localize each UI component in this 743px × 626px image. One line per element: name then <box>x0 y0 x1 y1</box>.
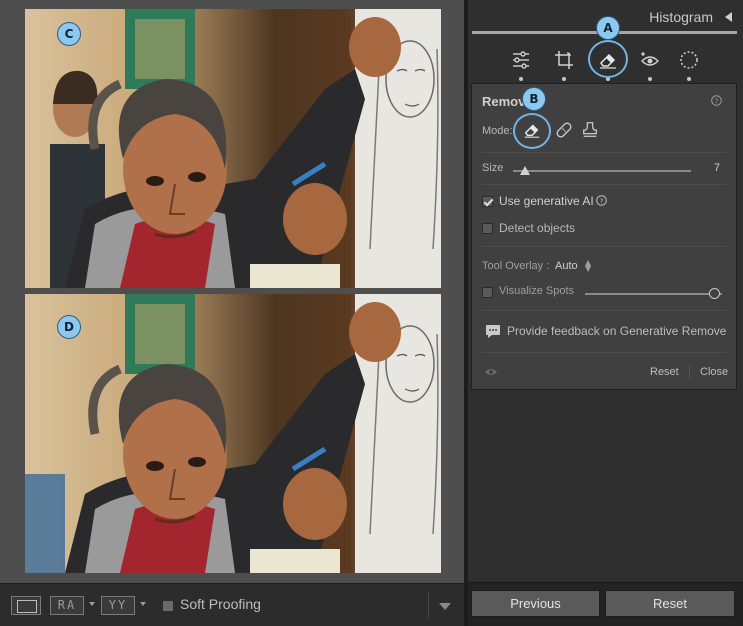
visualize-spots-checkbox[interactable] <box>482 287 493 298</box>
size-slider-thumb[interactable] <box>520 166 530 175</box>
remove-eraser-icon[interactable] <box>523 121 541 139</box>
help-icon[interactable]: ? <box>596 195 607 206</box>
mode-label: Mode: <box>482 125 513 137</box>
callout-marker-d: D <box>57 315 81 339</box>
feedback-speech-bubble-icon[interactable] <box>485 324 501 339</box>
compare-view-dropdown-icon[interactable] <box>89 602 95 606</box>
svg-text:?: ? <box>715 97 719 105</box>
soft-proofing-label: Soft Proofing <box>180 596 261 612</box>
section-divider <box>482 152 726 153</box>
toolbar-menu-chevron-icon[interactable] <box>439 603 451 610</box>
remove-close-button[interactable]: Close <box>700 366 728 378</box>
eye-visibility-icon[interactable] <box>484 367 498 377</box>
use-generative-ai-checkbox[interactable] <box>482 196 493 207</box>
red-eye-button[interactable] <box>636 46 664 81</box>
reset-button[interactable]: Reset <box>605 590 735 617</box>
panel-footer: Previous Reset <box>468 582 743 626</box>
soft-proofing-checkbox[interactable] <box>162 600 174 612</box>
clone-stamp-icon[interactable] <box>581 121 599 139</box>
viewer-toolbar: RA YY Soft Proofing <box>0 583 464 626</box>
toolbar-divider <box>428 592 429 619</box>
size-label: Size <box>482 162 504 174</box>
photo-after[interactable]: D <box>25 294 441 573</box>
button-separator <box>689 366 690 379</box>
section-divider <box>482 352 726 353</box>
image-viewer: C D RA YY Soft Proofing <box>0 0 464 626</box>
visualize-spots-label[interactable]: Visualize Spots <box>499 285 574 297</box>
before-after-dropdown-icon[interactable] <box>140 602 146 606</box>
masking-button[interactable] <box>675 46 703 81</box>
visualize-spots-slider-thumb[interactable] <box>709 288 720 299</box>
masking-icon <box>680 51 698 69</box>
previous-button[interactable]: Previous <box>471 590 600 617</box>
loupe-view-button[interactable] <box>11 596 41 615</box>
size-value[interactable]: 7 <box>714 162 720 174</box>
callout-marker-a: A <box>596 16 620 40</box>
red-eye-icon <box>641 52 659 66</box>
tool-overlay-label: Tool Overlay : <box>482 260 550 272</box>
section-divider <box>482 246 726 247</box>
edit-sliders-icon <box>513 51 529 69</box>
tool-overlay-select[interactable]: Auto <box>555 260 578 272</box>
photo-after-image <box>25 294 441 573</box>
svg-text:?: ? <box>600 197 604 205</box>
histogram-title[interactable]: Histogram <box>649 9 713 25</box>
photo-before[interactable]: C <box>25 9 441 288</box>
compare-view-button[interactable]: RA <box>50 596 84 615</box>
remove-tool-highlight <box>588 40 628 78</box>
remove-panel: Remove ? B Mode: Size 7 Use generative A… <box>471 83 737 390</box>
section-divider <box>482 310 726 311</box>
detect-objects-checkbox[interactable] <box>482 223 493 234</box>
visualize-spots-slider-track[interactable] <box>585 293 722 295</box>
feedback-link[interactable]: Provide feedback on Generative Remove <box>507 324 726 338</box>
remove-reset-button[interactable]: Reset <box>650 366 679 378</box>
callout-marker-b: B <box>522 87 546 111</box>
updown-chevron-icon[interactable]: ▲ ▼ <box>585 259 591 273</box>
edit-sliders-button[interactable] <box>507 46 535 81</box>
heal-bandage-icon[interactable] <box>555 121 573 139</box>
develop-panel: Histogram A Remove ? B Mode: Size 7 Use … <box>468 0 743 626</box>
crop-icon <box>555 51 573 69</box>
callout-marker-c: C <box>57 22 81 46</box>
histogram-collapse-icon[interactable] <box>725 12 732 22</box>
detect-objects-label[interactable]: Detect objects <box>499 221 575 235</box>
crop-button[interactable] <box>550 46 578 81</box>
help-icon[interactable]: ? <box>711 95 722 106</box>
size-slider-track[interactable] <box>513 170 691 172</box>
section-divider <box>482 184 726 185</box>
before-after-view-button[interactable]: YY <box>101 596 135 615</box>
use-generative-ai-label[interactable]: Use generative AI <box>499 194 594 208</box>
photo-before-image <box>25 9 441 288</box>
